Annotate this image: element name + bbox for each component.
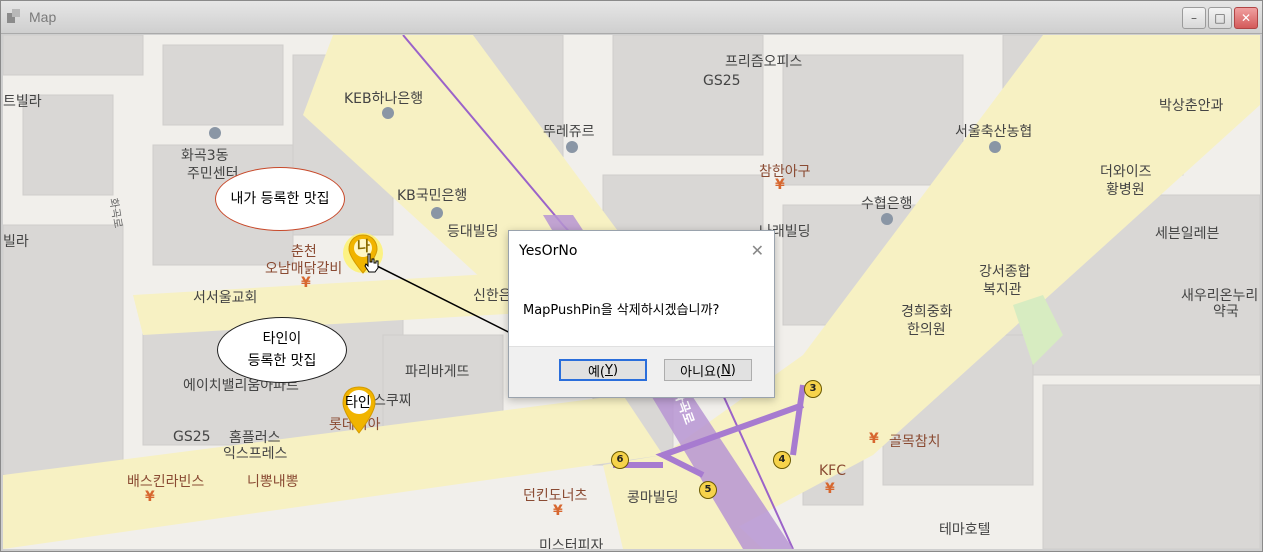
dialog-message: MapPushPin을 삭제하시겠습니까?: [523, 303, 720, 318]
title-bar[interactable]: Map – □ ✕: [1, 1, 1262, 34]
close-icon[interactable]: ✕: [1234, 7, 1258, 29]
map-label: KB국민은행: [397, 188, 468, 204]
map-label: 니뽕내뽕: [247, 474, 299, 490]
map-label: GS25: [173, 429, 211, 445]
restaurant-icon: ¥: [775, 177, 785, 193]
minimize-icon[interactable]: –: [1182, 7, 1206, 29]
bank-icon: [431, 207, 443, 219]
restaurant-icon: ¥: [869, 431, 879, 447]
map-label: 서서울교회: [193, 290, 258, 306]
map-window: Map – □ ✕ 트빌라 KEB하나은행 화곡3동 주민센터 뚜레쥬르 프리즘…: [0, 0, 1263, 552]
map-label: 빌라: [3, 234, 29, 250]
yes-button[interactable]: 예(Y): [559, 359, 647, 381]
map-label: 한의원: [907, 322, 946, 338]
app-icon: [7, 9, 20, 23]
map-label: 세븐일레븐: [1155, 226, 1220, 242]
map-label: KEB하나은행: [344, 91, 424, 107]
map-label: 미스터피자: [539, 538, 604, 549]
restaurant-icon: ¥: [553, 503, 563, 519]
subway-exit-badge: 4: [773, 451, 791, 469]
map-label: KFC: [819, 463, 847, 479]
other-pin-label: 타인: [345, 395, 371, 411]
bank-icon: [382, 107, 394, 119]
bakery-icon: [566, 141, 578, 153]
my-pin-callout: 내가 등록한 맛집: [215, 167, 345, 231]
map-label: 프리즘오피스: [725, 54, 803, 70]
window-title: Map: [29, 9, 57, 25]
map-label: 서울축산농협: [955, 124, 1033, 140]
map-label: 테마호텔: [939, 522, 991, 538]
yes-button-close: ): [612, 362, 619, 378]
bank-icon: [881, 213, 893, 225]
map-label: 신한은: [473, 288, 512, 304]
other-pin-callout: 타인이 등록한 맛집: [217, 317, 347, 383]
callout-line: 등록한 맛집: [247, 353, 317, 369]
subway-exit-badge: 5: [699, 481, 717, 499]
subway-exit-badge: 6: [611, 451, 629, 469]
restaurant-icon: ¥: [825, 481, 835, 497]
dialog-title: YesOrNo: [519, 243, 578, 259]
map-label: 등대빌딩: [447, 224, 499, 240]
map-label: 파리바게뜨: [405, 364, 470, 380]
yes-button-label: 예(: [587, 364, 605, 380]
no-button-key: N: [721, 362, 731, 378]
no-button-label: 아니요(: [680, 364, 722, 380]
yes-or-no-dialog: YesOrNo ✕ MapPushPin을 삭제하시겠습니까? 예(Y) 아니요…: [508, 230, 775, 398]
map-label: 복지관: [983, 282, 1022, 298]
map-label: 화곡3동: [181, 148, 229, 164]
callout-line: 타인이: [262, 331, 302, 347]
map-label: 경희중화: [901, 304, 953, 320]
map-label: 뚜레쥬르: [543, 124, 595, 140]
map-label: 골목참치: [889, 434, 941, 450]
subway-exit-badge: 3: [804, 380, 822, 398]
restaurant-icon: ¥: [145, 489, 155, 505]
map-label: 약국: [1213, 304, 1239, 320]
restaurant-icon: ¥: [301, 275, 311, 291]
map-label: 던킨도너츠: [523, 488, 588, 504]
map-label: 콩마빌딩: [627, 490, 679, 506]
no-button-close: ): [730, 362, 736, 378]
no-button[interactable]: 아니요(N): [664, 359, 752, 381]
hand-cursor-icon: [364, 253, 379, 273]
close-icon[interactable]: ✕: [751, 241, 764, 260]
map-label: 강서종합: [979, 264, 1031, 280]
map-label: 익스프레스: [223, 446, 288, 462]
map-label: 배스킨라빈스: [127, 474, 205, 490]
bank-icon: [989, 141, 1001, 153]
map-label: 황병원: [1106, 182, 1145, 198]
maximize-icon[interactable]: □: [1208, 7, 1232, 29]
map-label: 박상춘안과: [1159, 98, 1224, 114]
yes-button-key: Y: [605, 362, 613, 378]
poi-icon: [209, 127, 221, 139]
map-label: 더와이즈: [1100, 164, 1152, 180]
map-label: 트빌라: [3, 94, 42, 110]
map-label: 수협은행: [861, 196, 913, 212]
map-label: GS25: [703, 73, 741, 89]
dialog-footer: 예(Y) 아니요(N): [509, 346, 774, 397]
